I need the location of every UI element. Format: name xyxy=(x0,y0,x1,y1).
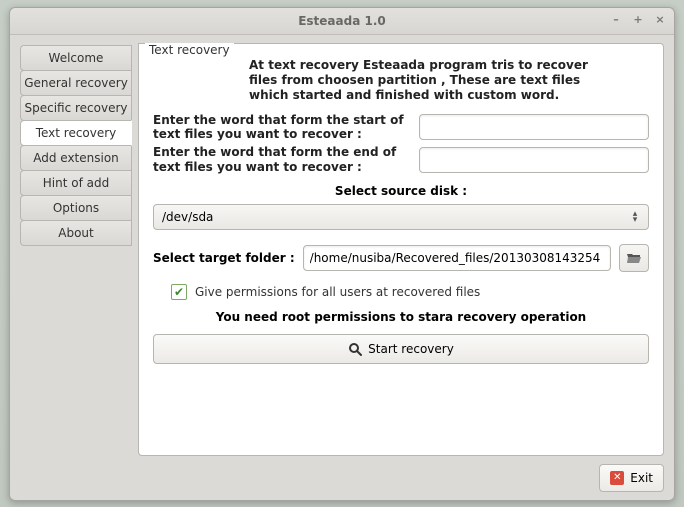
sidebar-tab-general-recovery[interactable]: General recovery xyxy=(20,70,132,96)
source-disk-heading: Select source disk : xyxy=(153,184,649,198)
minimize-button[interactable]: – xyxy=(606,12,626,28)
search-icon xyxy=(348,342,362,356)
titlebar[interactable]: Esteaada 1.0 – + × xyxy=(10,8,674,35)
spinner-icon: ▴▾ xyxy=(628,211,642,223)
start-recovery-label: Start recovery xyxy=(368,342,454,356)
permissions-label: Give permissions for all users at recove… xyxy=(195,285,480,299)
sidebar-tab-hint-of-add[interactable]: Hint of add xyxy=(20,170,132,196)
permissions-checkbox[interactable]: ✔ xyxy=(171,284,187,300)
sidebar: Welcome General recovery Specific recove… xyxy=(20,43,132,456)
sidebar-tab-options[interactable]: Options xyxy=(20,195,132,221)
sidebar-tab-specific-recovery[interactable]: Specific recovery xyxy=(20,95,132,121)
close-window-button[interactable]: × xyxy=(650,12,670,28)
sidebar-tab-text-recovery[interactable]: Text recovery xyxy=(20,120,132,146)
start-recovery-button[interactable]: Start recovery xyxy=(153,334,649,364)
maximize-button[interactable]: + xyxy=(628,12,648,28)
target-folder-input[interactable] xyxy=(303,245,611,271)
end-word-label: Enter the word that form the end of text… xyxy=(153,145,409,174)
browse-folder-button[interactable] xyxy=(619,244,649,272)
panel-description: At text recovery Esteaada program tris t… xyxy=(249,58,589,103)
sidebar-tab-about[interactable]: About xyxy=(20,220,132,246)
close-icon: ✕ xyxy=(610,471,624,485)
source-disk-value: /dev/sda xyxy=(162,210,213,224)
exit-button[interactable]: ✕ Exit xyxy=(599,464,664,492)
source-disk-select[interactable]: /dev/sda ▴▾ xyxy=(153,204,649,230)
start-word-input[interactable] xyxy=(419,114,649,140)
window-title: Esteaada 1.0 xyxy=(298,14,386,28)
app-window: Esteaada 1.0 – + × Welcome General recov… xyxy=(9,7,675,501)
panel-legend: Text recovery xyxy=(145,43,234,57)
end-word-input[interactable] xyxy=(419,147,649,173)
folder-open-icon xyxy=(626,251,642,265)
text-recovery-panel: Text recovery At text recovery Esteaada … xyxy=(138,43,664,456)
root-permission-warning: You need root permissions to stara recov… xyxy=(153,310,649,324)
sidebar-tab-welcome[interactable]: Welcome xyxy=(20,45,132,71)
exit-label: Exit xyxy=(630,471,653,485)
target-folder-label: Select target folder : xyxy=(153,251,295,265)
start-word-label: Enter the word that form the start of te… xyxy=(153,113,409,142)
sidebar-tab-add-extension[interactable]: Add extension xyxy=(20,145,132,171)
